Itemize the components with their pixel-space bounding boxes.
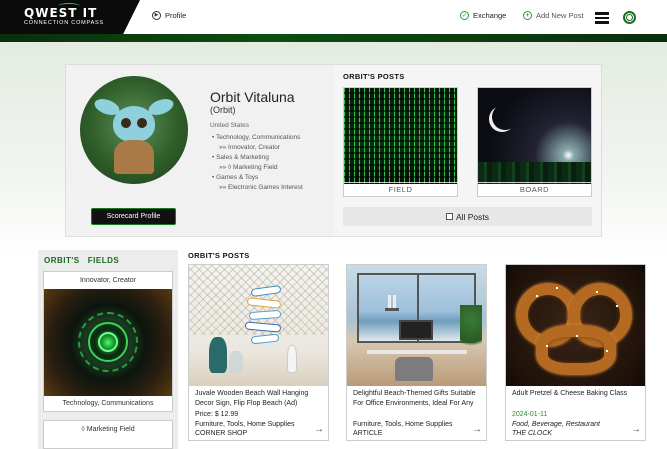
field-card[interactable]: Innovator, Creator Technology, Communica… [43, 271, 173, 412]
target-icon[interactable] [623, 11, 636, 24]
scorecard-profile-button[interactable]: Scorecard Profile [91, 208, 176, 225]
field-subfield: »» Electronic Games Interest [219, 184, 303, 191]
post-title: Juvale Wooden Beach Wall Hanging Decor S… [195, 390, 309, 407]
post-image-office [347, 265, 486, 386]
post-price: Price: $ 12.99 [195, 411, 239, 418]
nav-exchange-label: Exchange [473, 11, 507, 20]
field-industry: Sales & Marketing [212, 153, 303, 163]
field-card-head: Innovator, Creator [79, 276, 137, 284]
hamburger-menu-icon[interactable] [595, 12, 609, 24]
profile-info-panel: Orbit Vitaluna (Orbit) United States Tec… [66, 65, 334, 236]
post-category: Furniture, Tools, Home Supplies [195, 421, 295, 428]
play-circle-icon: ▶ [152, 11, 161, 20]
avatar [80, 76, 188, 184]
post-title: Adult Pretzel & Cheese Baking Class [512, 390, 628, 397]
post-category: Food, Beverage, Restaurant [512, 421, 600, 428]
post-image-beach-sign [189, 265, 328, 386]
post-type: ARTICLE [353, 430, 383, 437]
post-thumb-field[interactable]: FIELD [343, 87, 458, 197]
arrow-right-icon[interactable]: → [314, 424, 324, 435]
board-thumbnail-image [478, 88, 591, 184]
post-thumb-board[interactable]: BOARD [477, 87, 592, 197]
post-category: Furniture, Tools, Home Supplies [353, 421, 453, 428]
logo[interactable]: QWEST IT CONNECTION COMPASS [0, 0, 140, 34]
profile-name: Orbit Vitaluna [210, 89, 295, 105]
field-industry: Games & Toys [212, 173, 303, 183]
post-title: Delightful Beach-Themed Gifts Suitable F… [353, 390, 476, 407]
all-posts-checkbox[interactable] [445, 213, 453, 220]
post-type: THE CLOCK [512, 430, 553, 437]
logo-subtitle: CONNECTION COMPASS [24, 20, 104, 26]
profile-fields-list: Technology, Communications »» Innovator,… [212, 133, 303, 193]
arrow-right-icon[interactable]: → [631, 424, 641, 435]
field-thumbnail-image [344, 88, 457, 184]
nav-profile-label: Profile [165, 11, 187, 20]
post-card[interactable]: Adult Pretzel & Cheese Baking Class 2024… [505, 264, 646, 441]
fields-panel-title: ORBIT'S FIELDS [44, 256, 120, 265]
field-subfield: »» Innovator, Creator [219, 144, 281, 151]
posts-section-title: ORBIT'S POSTS [188, 251, 250, 260]
field-card-marketing[interactable]: ◊ Marketing Field [43, 420, 173, 449]
nav-profile-link[interactable]: ▶ Profile [152, 11, 186, 20]
top-header: QWEST IT CONNECTION COMPASS ▶ Profile ✓ … [0, 0, 667, 34]
logo-title: QWEST IT [24, 6, 98, 20]
profile-posts-title: ORBIT'S POSTS [343, 72, 405, 81]
field-card-image [44, 289, 172, 396]
nav-exchange-link[interactable]: ✓ Exchange [460, 11, 506, 20]
field-industry: Technology, Communications [212, 133, 303, 143]
thumb-label: BOARD [478, 182, 591, 196]
plus-circle-icon: + [523, 11, 532, 20]
all-posts-label: All Posts [455, 211, 490, 222]
nav-add-post-label: Add New Post [536, 11, 584, 20]
post-card[interactable]: Delightful Beach-Themed Gifts Suitable F… [346, 264, 487, 441]
post-image-pretzel [506, 265, 645, 386]
field-subfield: »» ◊ Marketing Field [219, 164, 278, 171]
header-stripe [0, 34, 667, 42]
post-card[interactable]: Juvale Wooden Beach Wall Hanging Decor S… [188, 264, 329, 441]
field-card-foot: Technology, Communications [62, 400, 154, 407]
arrow-right-icon[interactable]: → [472, 424, 482, 435]
thumb-label: FIELD [344, 182, 457, 196]
profile-card: Orbit Vitaluna (Orbit) United States Tec… [65, 64, 602, 237]
profile-country: United States [210, 122, 250, 129]
check-circle-icon: ✓ [460, 11, 469, 20]
profile-handle: (Orbit) [210, 105, 236, 115]
post-date: 2024-01-11 [512, 411, 548, 418]
all-posts-toggle[interactable]: All Posts [343, 207, 592, 226]
fields-panel: ORBIT'S FIELDS Innovator, Creator Techno… [38, 250, 178, 449]
nav-add-post-link[interactable]: + Add New Post [523, 11, 584, 20]
post-type: CORNER SHOP [195, 430, 248, 437]
